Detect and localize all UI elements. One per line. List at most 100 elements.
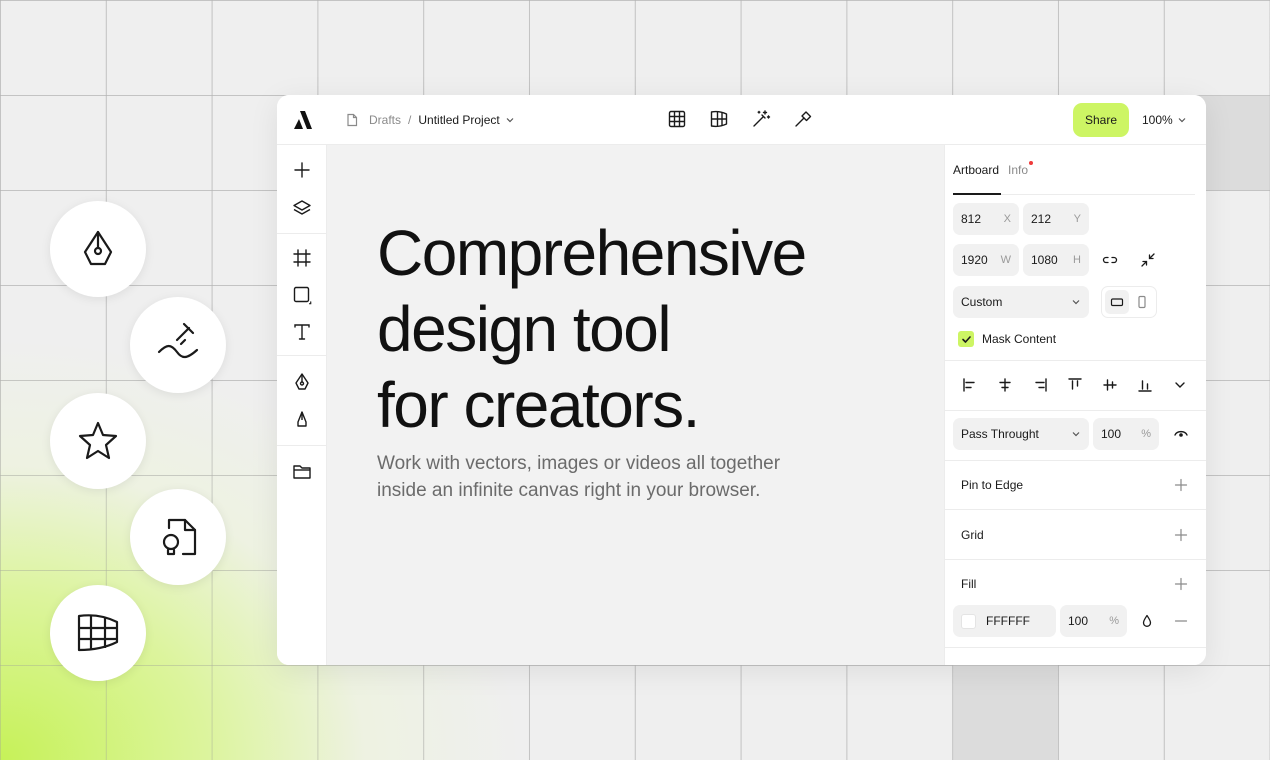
opacity-input[interactable]: 100 % bbox=[1093, 418, 1159, 450]
breadcrumb: Drafts / Untitled Project bbox=[345, 95, 515, 145]
fill-opacity-unit: % bbox=[1109, 615, 1119, 627]
check-icon bbox=[961, 335, 971, 343]
floating-star-tool[interactable] bbox=[50, 393, 146, 489]
fill-opacity-value: 100 bbox=[1068, 614, 1089, 628]
align-center-h-icon[interactable] bbox=[996, 376, 1014, 394]
text-on-path-icon bbox=[157, 322, 199, 359]
y-value: 212 bbox=[1031, 212, 1052, 226]
layout-icon[interactable] bbox=[709, 109, 729, 129]
folder-icon[interactable] bbox=[292, 462, 312, 482]
align-bottom-icon[interactable] bbox=[1136, 376, 1154, 394]
fill-color-input[interactable]: FFFFFF bbox=[953, 605, 1056, 637]
landscape-button[interactable] bbox=[1105, 290, 1129, 314]
layers-icon[interactable] bbox=[292, 198, 312, 218]
collapse-icon[interactable] bbox=[1139, 251, 1157, 269]
frame-icon[interactable] bbox=[292, 248, 312, 268]
fill-opacity-input[interactable]: 100 % bbox=[1060, 605, 1127, 637]
star-icon bbox=[78, 421, 118, 460]
y-input[interactable]: 212 Y bbox=[1023, 203, 1089, 235]
breadcrumb-drafts[interactable]: Drafts bbox=[369, 113, 401, 127]
app-logo[interactable] bbox=[291, 109, 313, 131]
toolbar-divider bbox=[277, 355, 327, 356]
fill-hex-value: FFFFFF bbox=[986, 614, 1030, 628]
plus-icon[interactable] bbox=[1174, 577, 1188, 591]
blend-mode-select[interactable]: Pass Throught bbox=[953, 418, 1089, 450]
text-icon[interactable] bbox=[292, 322, 312, 342]
plus-icon[interactable] bbox=[1174, 528, 1188, 542]
y-unit: Y bbox=[1073, 213, 1081, 225]
panel-divider bbox=[945, 559, 1206, 560]
panel-divider bbox=[945, 460, 1206, 461]
pen-tool-icon bbox=[83, 230, 113, 266]
zoom-control[interactable]: 100% bbox=[1142, 95, 1187, 145]
panel-divider bbox=[945, 647, 1206, 648]
section-pin-to-edge[interactable]: Pin to Edge bbox=[961, 478, 1023, 492]
left-toolbar bbox=[277, 145, 327, 665]
preset-select[interactable]: Custom bbox=[953, 286, 1089, 318]
top-bar: Drafts / Untitled Project Share 100% bbox=[277, 95, 1206, 145]
pencil-icon[interactable] bbox=[292, 410, 312, 430]
rectangle-icon[interactable] bbox=[292, 285, 312, 305]
tab-info-label: Info bbox=[1008, 163, 1029, 177]
x-input[interactable]: 812 X bbox=[953, 203, 1019, 235]
zoom-level: 100% bbox=[1142, 113, 1173, 127]
top-tools bbox=[667, 109, 813, 129]
x-unit: X bbox=[1003, 213, 1011, 225]
align-right-icon[interactable] bbox=[1031, 376, 1049, 394]
blend-mode-value: Pass Throught bbox=[961, 427, 1039, 441]
chevron-down-icon[interactable] bbox=[505, 115, 515, 125]
section-fill[interactable]: Fill bbox=[961, 577, 976, 591]
fill-color-swatch[interactable] bbox=[961, 613, 976, 629]
width-unit: W bbox=[1000, 254, 1011, 266]
tab-info[interactable]: Info bbox=[1008, 161, 1034, 177]
notification-dot bbox=[1029, 161, 1034, 165]
mask-content-checkbox[interactable] bbox=[958, 331, 974, 347]
align-top-icon[interactable] bbox=[1066, 376, 1084, 394]
pen-icon[interactable] bbox=[292, 372, 312, 392]
align-left-icon[interactable] bbox=[961, 376, 979, 394]
floating-pen-tool[interactable] bbox=[50, 201, 146, 297]
toolbar-divider bbox=[277, 233, 327, 234]
mask-content-label: Mask Content bbox=[982, 332, 1057, 346]
plus-icon[interactable] bbox=[1174, 478, 1188, 492]
floating-text-path-tool[interactable] bbox=[130, 297, 226, 393]
floating-warp-grid-tool[interactable] bbox=[50, 585, 146, 681]
chevron-down-icon bbox=[1072, 300, 1080, 305]
chevron-down-icon[interactable] bbox=[1171, 376, 1189, 394]
document-icon bbox=[347, 113, 358, 127]
canvas-headline: Comprehensive design tool for creators. bbox=[377, 217, 807, 441]
chevron-down-icon bbox=[1072, 432, 1080, 437]
minus-icon[interactable] bbox=[1172, 612, 1190, 630]
canvas[interactable]: Comprehensive design tool for creators. … bbox=[327, 145, 944, 665]
orientation-toggle bbox=[1101, 286, 1157, 318]
hammer-icon[interactable] bbox=[793, 109, 813, 129]
app-window: Drafts / Untitled Project Share 100% Com… bbox=[277, 95, 1206, 665]
height-input[interactable]: 1080 H bbox=[1023, 244, 1089, 276]
table-icon[interactable] bbox=[667, 109, 687, 129]
height-unit: H bbox=[1073, 254, 1081, 266]
width-value: 1920 bbox=[961, 253, 988, 267]
landscape-icon bbox=[1110, 298, 1124, 307]
tab-artboard[interactable]: Artboard bbox=[953, 163, 999, 177]
share-button[interactable]: Share bbox=[1073, 103, 1129, 137]
visibility-icon[interactable] bbox=[1172, 425, 1190, 443]
portrait-button[interactable] bbox=[1130, 290, 1154, 314]
plus-icon[interactable] bbox=[292, 160, 312, 180]
canvas-subtext: Work with vectors, images or videos all … bbox=[377, 453, 781, 501]
magic-wand-icon[interactable] bbox=[751, 109, 771, 129]
alignment-row bbox=[961, 376, 1189, 394]
align-center-v-icon[interactable] bbox=[1101, 376, 1119, 394]
project-name[interactable]: Untitled Project bbox=[418, 113, 499, 127]
panel-divider bbox=[945, 509, 1206, 510]
x-value: 812 bbox=[961, 212, 982, 226]
width-input[interactable]: 1920 W bbox=[953, 244, 1019, 276]
panel-divider bbox=[945, 410, 1206, 411]
section-grid[interactable]: Grid bbox=[961, 528, 984, 542]
opacity-unit: % bbox=[1141, 428, 1151, 440]
portrait-icon bbox=[1138, 295, 1146, 309]
link-dimensions-icon[interactable] bbox=[1101, 251, 1119, 269]
droplet-icon[interactable] bbox=[1138, 612, 1156, 630]
tab-active-indicator bbox=[953, 193, 1001, 195]
panel-divider bbox=[945, 360, 1206, 361]
floating-file-idea-tool[interactable] bbox=[130, 489, 226, 585]
